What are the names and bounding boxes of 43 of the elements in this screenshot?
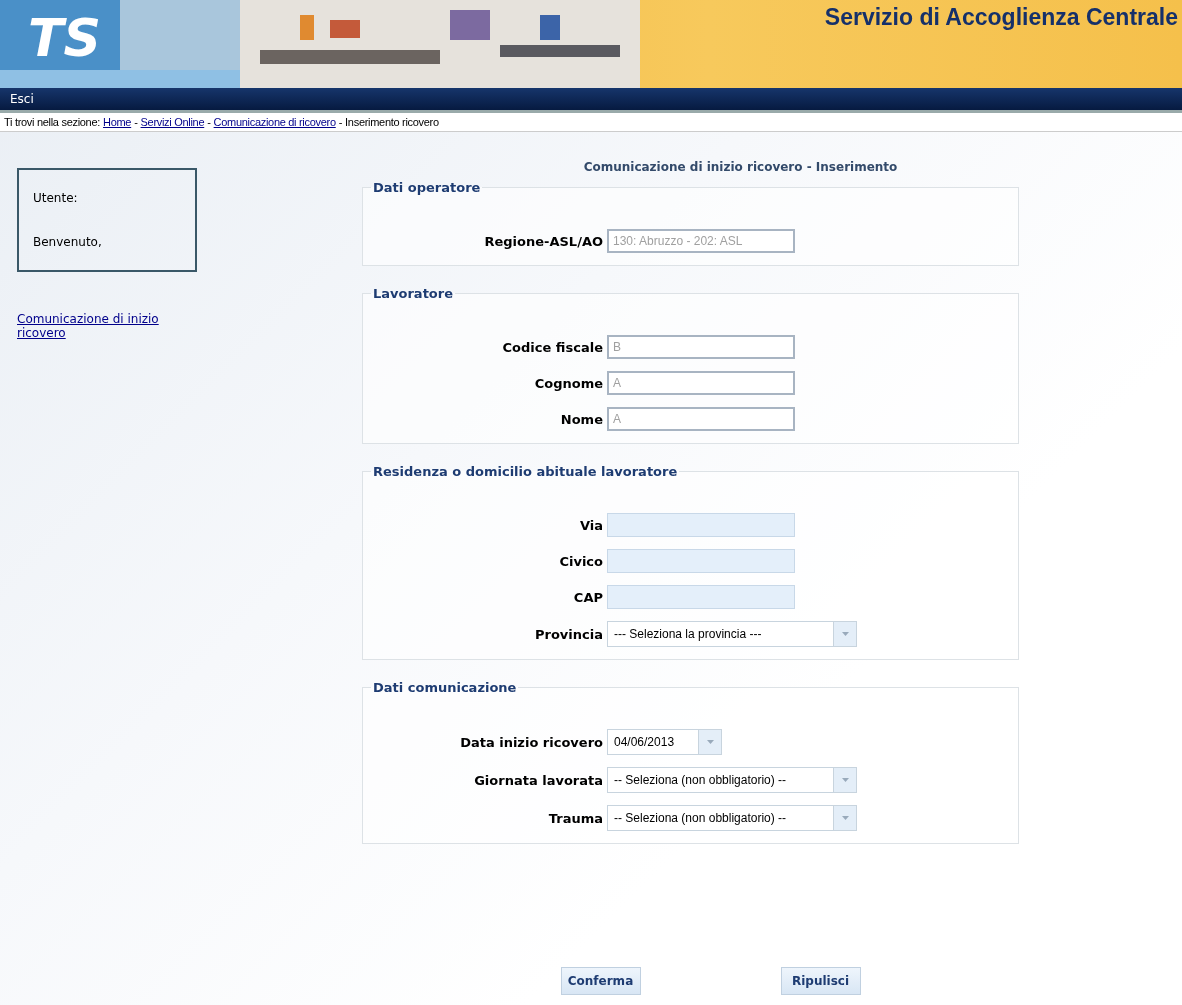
text-field[interactable]: [607, 585, 795, 609]
page-title: Comunicazione di inizio ricovero - Inserimento: [582, 160, 899, 174]
dropdown-arrow-icon: [841, 778, 849, 782]
text-field[interactable]: [607, 549, 795, 573]
field-label: Civico: [558, 553, 604, 569]
site-title: Servizio di Accoglienza Centrale: [824, 4, 1178, 31]
welcome-text: Benvenuto,: [33, 235, 103, 249]
field-label: Regione-ASL/AO: [483, 233, 604, 249]
breadcrumb-separator: -: [134, 116, 138, 128]
field-label: Cognome: [533, 375, 604, 391]
dropdown-arrow-icon: [841, 816, 849, 820]
breadcrumb-link[interactable]: Comunicazione di ricovero: [213, 116, 336, 128]
user-label: Utente:: [33, 191, 79, 205]
section-title: Residenza o domicilio abituale lavoratore: [372, 464, 679, 479]
sidebar-link[interactable]: Comunicazione di inizio ricovero: [17, 312, 192, 340]
text-field[interactable]: [607, 513, 795, 537]
logout-link[interactable]: Esci: [10, 92, 34, 106]
field-label: Data inizio ricovero: [459, 734, 604, 750]
breadcrumb-current: Inserimento ricovero: [345, 116, 439, 128]
section-title: Dati operatore: [372, 180, 482, 195]
breadcrumb-separator: -: [338, 116, 343, 128]
field-label: Provincia: [534, 626, 604, 642]
confirm-button[interactable]: Conferma: [560, 967, 641, 995]
field-label: Codice fiscale: [501, 339, 604, 355]
breadcrumb-separator: -: [207, 116, 211, 128]
dropdown[interactable]: -- Seleziona (non obbligatorio) --: [607, 805, 857, 831]
section-title: Lavoratore: [372, 286, 455, 301]
field-label: Trauma: [547, 810, 604, 826]
logo: TS: [28, 8, 102, 68]
field-label: Nome: [559, 411, 604, 427]
breadcrumb-link[interactable]: Servizi Online: [140, 116, 205, 128]
breadcrumb-link[interactable]: Home: [103, 116, 132, 128]
dropdown[interactable]: --- Seleziona la provincia ---: [607, 621, 857, 647]
section-title: Dati comunicazione: [372, 680, 518, 695]
breadcrumb-label: Ti trovi nella sezione:: [4, 116, 101, 128]
date-picker[interactable]: 04/06/2013: [607, 729, 722, 755]
field-label: Giornata lavorata: [473, 772, 604, 788]
field-label: Via: [578, 517, 604, 533]
field-label: CAP: [572, 589, 604, 605]
dropdown-arrow-icon: [706, 740, 714, 744]
dropdown[interactable]: -- Seleziona (non obbligatorio) --: [607, 767, 857, 793]
reset-button[interactable]: Ripulisci: [780, 967, 861, 995]
dropdown-arrow-icon: [841, 632, 849, 636]
